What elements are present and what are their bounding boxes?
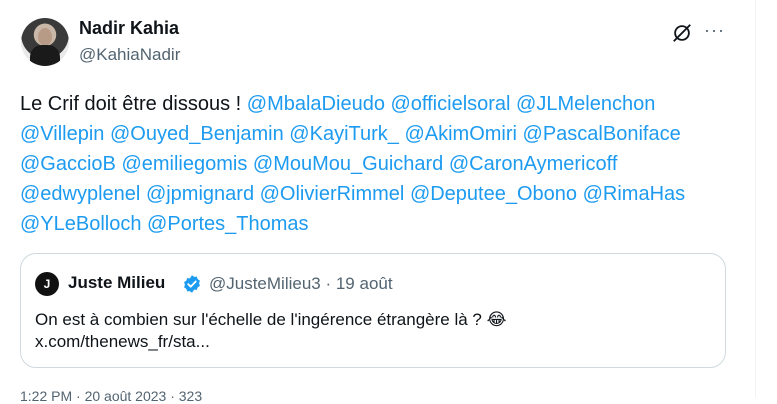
- mention-link[interactable]: @Portes_Thomas: [147, 213, 308, 235]
- tweet-text: Le Crif doit être dissous ! @MbalaDieudo…: [20, 89, 735, 239]
- mention-link[interactable]: @JLMelenchon: [516, 93, 655, 115]
- mention-link[interactable]: @GaccioB: [20, 153, 116, 175]
- scrollbar[interactable]: [748, 0, 777, 397]
- more-icon[interactable]: ···: [704, 20, 725, 40]
- author-avatar[interactable]: [21, 18, 69, 66]
- mention-link[interactable]: @PascalBoniface: [523, 123, 681, 145]
- avatar-body: [30, 45, 60, 66]
- mention-link[interactable]: @OlivierRimmel: [260, 183, 405, 205]
- mention-link[interactable]: @emiliegomis: [121, 153, 247, 175]
- author-handle[interactable]: @KahiaNadir: [79, 45, 180, 65]
- quoted-link[interactable]: x.com/thenews_fr/sta...: [35, 332, 210, 352]
- mention-link[interactable]: @YLeBolloch: [20, 213, 141, 235]
- quoted-handle-date[interactable]: @JusteMilieu3 · 19 août: [209, 274, 393, 294]
- mention-link[interactable]: @RimaHas: [583, 183, 686, 205]
- tweet: Nadir Kahia @KahiaNadir ··· Le Crif doit…: [0, 0, 748, 404]
- tweet-footer-meta: 1:22 PM · 20 août 2023 · 323: [20, 388, 203, 404]
- mention-link[interactable]: @AkimOmiri: [404, 123, 517, 145]
- mention-link[interactable]: @MouMou_Guichard: [253, 153, 443, 175]
- mention-link[interactable]: @KayiTurk_: [289, 123, 399, 145]
- tweet-intro: Le Crif doit être dissous !: [20, 93, 242, 115]
- quoted-tweet[interactable]: J Juste Milieu @JusteMilieu3 · 19 août O…: [20, 253, 726, 368]
- author-name[interactable]: Nadir Kahia: [79, 18, 179, 39]
- scrollbar-track[interactable]: [755, 0, 756, 397]
- mention-link[interactable]: @edwyplenel: [20, 183, 140, 205]
- mention-link[interactable]: @Ouyed_Benjamin: [110, 123, 284, 145]
- mention-link[interactable]: @MbalaDieudo: [247, 93, 385, 115]
- quoted-author-name[interactable]: Juste Milieu: [68, 273, 165, 293]
- verified-badge-icon: [184, 275, 200, 293]
- mention-link[interactable]: @officielsoral: [391, 93, 511, 115]
- mention-link[interactable]: @Deputee_Obono: [410, 183, 577, 205]
- avatar-head: [38, 28, 52, 46]
- mention-link[interactable]: @Villepin: [20, 123, 104, 145]
- mention-link[interactable]: @CaronAymericoff: [449, 153, 618, 175]
- mention-link[interactable]: @jpmignard: [146, 183, 254, 205]
- quoted-avatar[interactable]: J: [35, 272, 59, 296]
- grok-icon[interactable]: [671, 22, 693, 44]
- quoted-text: On est à combien sur l'échelle de l'ingé…: [35, 310, 507, 329]
